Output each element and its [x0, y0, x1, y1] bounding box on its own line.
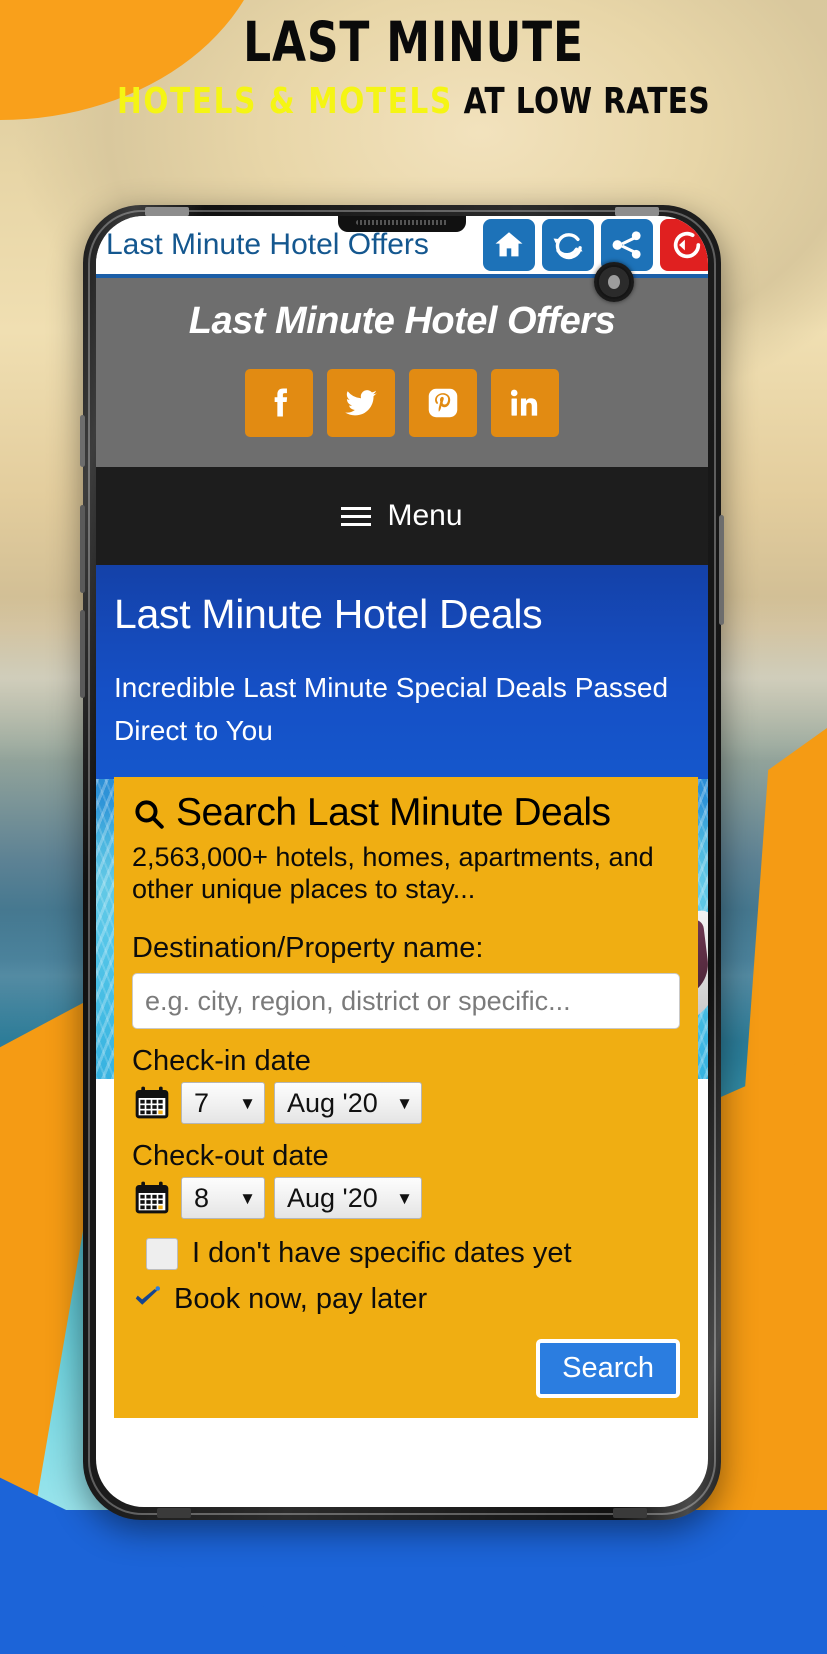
- hero-heading: Last Minute Hotel Deals: [114, 591, 543, 637]
- site-title: Last Minute Hotel Offers: [188, 300, 616, 342]
- pinterest-icon[interactable]: [409, 369, 477, 437]
- calendar-icon: [132, 1083, 172, 1123]
- book-now-row: Book now, pay later: [132, 1282, 680, 1317]
- checkin-month-select[interactable]: Aug '20 ▼: [274, 1082, 422, 1125]
- phone-screen: Last Minute Hotel Offers Last Minute Hot…: [96, 216, 708, 1507]
- hero-subheading: Incredible Last Minute Special Deals Pas…: [114, 672, 669, 747]
- menu-label: Menu: [387, 499, 463, 532]
- checkin-row: 7 ▼ Aug '20 ▼: [132, 1082, 680, 1125]
- no-dates-label: I don't have specific dates yet: [192, 1237, 572, 1270]
- book-now-label: Book now, pay later: [174, 1283, 428, 1316]
- menu-bar[interactable]: Menu: [96, 467, 708, 565]
- search-card: Search Last Minute Deals 2,563,000+ hote…: [114, 776, 698, 1419]
- facebook-icon[interactable]: [245, 369, 313, 437]
- checkin-day-value: 7: [194, 1087, 210, 1118]
- checkin-label: Check-in date: [132, 1045, 311, 1078]
- browser-page-title: Last Minute Hotel Offers: [106, 228, 429, 261]
- checkout-month-value: Aug '20: [287, 1182, 378, 1213]
- checkout-row: 8 ▼ Aug '20 ▼: [132, 1177, 680, 1220]
- browser-toolbar: [483, 219, 708, 271]
- checkin-day-select[interactable]: 7 ▼: [181, 1082, 265, 1125]
- search-card-title: Search Last Minute Deals: [176, 790, 611, 834]
- checkmark-icon: [132, 1282, 162, 1317]
- exit-icon[interactable]: [660, 219, 708, 271]
- linkedin-icon[interactable]: [491, 369, 559, 437]
- phone-button-left-1[interactable]: [80, 415, 85, 467]
- antenna-line-top-right: [615, 207, 659, 216]
- headline-line-1: LAST MINUTE: [243, 10, 584, 74]
- antenna-line-top-left: [145, 207, 189, 216]
- chevron-down-icon: ▼: [239, 1093, 256, 1113]
- search-button-row: Search: [132, 1339, 680, 1399]
- chevron-down-icon: ▼: [396, 1093, 413, 1113]
- phone-mockup: Last Minute Hotel Offers Last Minute Hot…: [80, 205, 724, 1520]
- checkin-month-value: Aug '20: [287, 1087, 378, 1118]
- antenna-line-bottom-left: [157, 1508, 191, 1518]
- twitter-icon[interactable]: [327, 369, 395, 437]
- headline-line-2: HOTELS & MOTELS AT LOW RATES: [74, 81, 752, 122]
- checkout-day-value: 8: [194, 1182, 210, 1213]
- no-dates-checkbox[interactable]: [146, 1237, 178, 1270]
- pool-photo: Search Last Minute Deals 2,563,000+ hote…: [96, 776, 708, 1419]
- site-header: Last Minute Hotel Offers: [96, 278, 708, 467]
- front-camera-icon: [594, 262, 634, 302]
- hamburger-icon[interactable]: [341, 506, 372, 526]
- destination-input[interactable]: [132, 973, 680, 1030]
- social-links: [96, 369, 708, 437]
- earpiece-speaker: [338, 216, 466, 232]
- phone-button-left-2[interactable]: [80, 505, 85, 593]
- antenna-line-bottom-right: [613, 1508, 647, 1518]
- no-dates-row[interactable]: I don't have specific dates yet: [132, 1237, 680, 1270]
- destination-label: Destination/Property name:: [132, 932, 484, 965]
- phone-button-left-3[interactable]: [80, 610, 85, 698]
- headline-highlight: HOTELS & MOTELS: [116, 80, 453, 122]
- search-icon: [132, 797, 166, 839]
- home-icon[interactable]: [483, 219, 535, 271]
- poster-headline: LAST MINUTE HOTELS & MOTELS AT LOW RATES: [0, 10, 827, 122]
- checkout-label: Check-out date: [132, 1140, 329, 1173]
- hero-section: Last Minute Hotel Deals Incredible Last …: [96, 565, 708, 779]
- search-card-subtitle: 2,563,000+ hotels, homes, apartments, an…: [132, 841, 654, 905]
- phone-button-right[interactable]: [719, 515, 724, 625]
- chevron-down-icon: ▼: [396, 1188, 413, 1208]
- search-button[interactable]: Search: [536, 1339, 680, 1399]
- chevron-down-icon: ▼: [239, 1188, 256, 1208]
- checkout-month-select[interactable]: Aug '20 ▼: [274, 1177, 422, 1220]
- headline-rest: AT LOW RATES: [463, 80, 711, 122]
- checkout-day-select[interactable]: 8 ▼: [181, 1177, 265, 1220]
- search-card-title-row: Search Last Minute Deals: [132, 793, 680, 839]
- calendar-icon: [132, 1178, 172, 1218]
- refresh-icon[interactable]: [542, 219, 594, 271]
